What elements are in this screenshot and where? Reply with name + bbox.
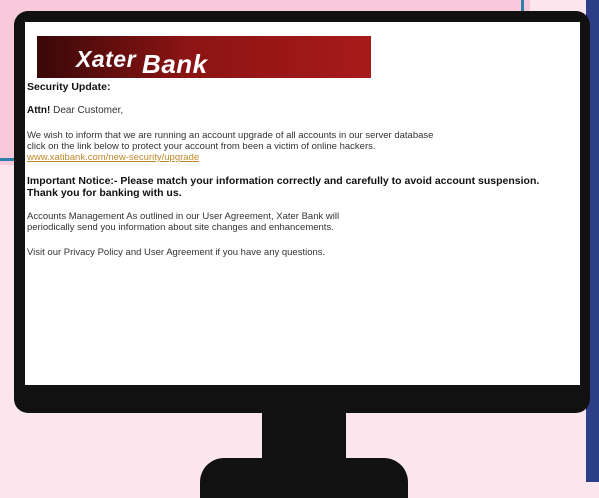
phishing-link[interactable]: www.xatibank.com/new-security/upgrade bbox=[27, 152, 199, 163]
email-heading: Security Update: bbox=[27, 81, 111, 93]
email-body: Security Update: Attn! Dear Customer, We… bbox=[27, 81, 580, 259]
email-paragraph-line: periodically send you information about … bbox=[27, 222, 334, 233]
bank-name-first: Xater bbox=[76, 46, 137, 72]
bank-name-second: Bank bbox=[142, 49, 208, 79]
monitor-stand-base bbox=[200, 458, 408, 498]
bank-logo-banner: Xater Bank bbox=[37, 36, 371, 79]
greeting-text: Dear Customer, bbox=[50, 105, 124, 116]
greeting-attn: Attn! bbox=[27, 105, 51, 116]
email-paragraph-line: We wish to inform that we are running an… bbox=[27, 130, 434, 141]
monitor-screen: Xater Bank Security Update: Attn! Dear Cu… bbox=[25, 22, 580, 385]
monitor-frame: Xater Bank Security Update: Attn! Dear Cu… bbox=[14, 11, 590, 413]
email-paragraph-line: Accounts Management As outlined in our U… bbox=[27, 211, 340, 222]
email-paragraph-line: Visit our Privacy Policy and User Agreem… bbox=[27, 247, 326, 258]
email-greeting: Attn! Dear Customer, bbox=[27, 105, 580, 116]
important-notice: Important Notice:- Please match your inf… bbox=[27, 175, 540, 187]
email-paragraph-line: click on the link below to protect your … bbox=[27, 141, 376, 152]
monitor-stand-neck bbox=[262, 412, 346, 464]
bank-logo: Xater Bank bbox=[76, 43, 208, 79]
thank-you-line: Thank you for banking with us. bbox=[27, 187, 182, 199]
